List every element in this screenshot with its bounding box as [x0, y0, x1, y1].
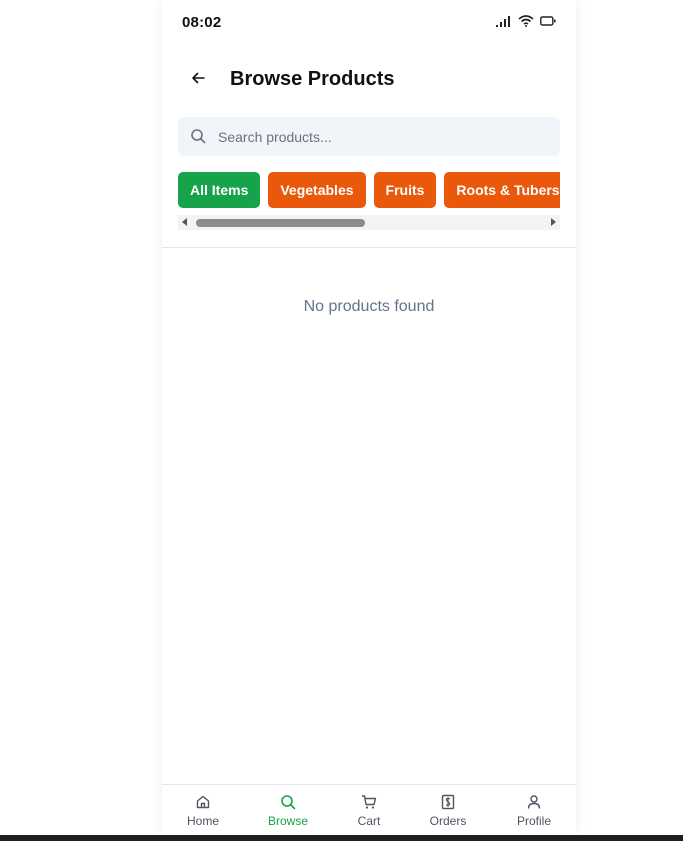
signal-icon: [496, 15, 512, 27]
tab-home[interactable]: Home: [163, 785, 243, 835]
scroll-right-arrow-icon[interactable]: [551, 218, 556, 226]
search-input[interactable]: [218, 117, 548, 156]
tab-cart[interactable]: Cart: [329, 785, 409, 835]
tab-label-profile: Profile: [516, 814, 551, 828]
page-header: Browse Products: [162, 56, 576, 104]
phone-screen: 08:02 Browse Products Search products...…: [162, 0, 576, 835]
section-divider: [162, 247, 576, 248]
bottom-tab-bar: Home Browse Cart Orders Profile: [162, 784, 576, 835]
search-bar: [178, 117, 560, 156]
category-chips: All Items Vegetables Fruits Roots & Tube…: [178, 172, 560, 208]
category-filter-bar: All Items Vegetables Fruits Roots & Tube…: [178, 172, 560, 208]
category-scrollbar[interactable]: [178, 215, 560, 230]
status-bar: 08:02: [162, 0, 576, 44]
status-icons: [496, 15, 556, 27]
tab-label-browse: Browse: [267, 814, 308, 828]
tab-orders[interactable]: Orders: [408, 785, 488, 835]
tab-profile[interactable]: Profile: [494, 785, 574, 835]
tab-browse[interactable]: Browse: [248, 785, 328, 835]
tab-label-orders: Orders: [429, 814, 467, 828]
category-chip-all-items[interactable]: All Items: [178, 172, 261, 208]
category-chip-roots-tubers[interactable]: Roots & Tubers: [444, 172, 560, 208]
wifi-icon: [518, 15, 534, 27]
user-icon: [526, 794, 542, 810]
bottom-edge-bar: [0, 835, 683, 841]
arrow-left-icon: [191, 71, 205, 89]
tab-label-home: Home: [186, 814, 219, 828]
status-time: 08:02: [182, 14, 222, 31]
category-chip-vegetables[interactable]: Vegetables: [268, 172, 366, 208]
tab-label-cart: Cart: [357, 814, 381, 828]
page-title: Browse Products: [230, 68, 395, 90]
scrollbar-thumb[interactable]: [196, 219, 365, 227]
home-icon: [195, 794, 211, 810]
search-icon: [280, 794, 296, 810]
empty-state-message: No products found: [303, 298, 435, 315]
back-button[interactable]: [186, 68, 210, 92]
category-chip-fruits[interactable]: Fruits: [373, 172, 437, 208]
receipt-icon: [440, 794, 456, 810]
search-icon: [190, 128, 206, 149]
scroll-left-arrow-icon[interactable]: [182, 218, 187, 226]
battery-icon: [540, 15, 556, 27]
cart-icon: [361, 794, 377, 810]
